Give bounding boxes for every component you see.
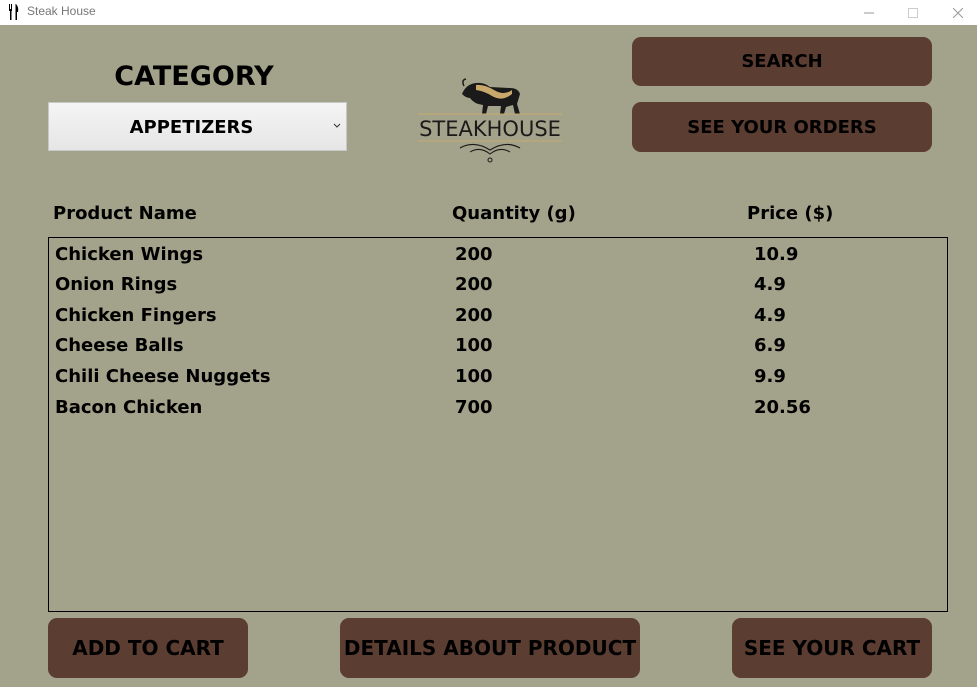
column-header-quantity: Quantity (g) xyxy=(452,203,576,224)
see-your-cart-button[interactable]: SEE YOUR CART xyxy=(732,618,932,678)
see-your-orders-button[interactable]: SEE YOUR ORDERS xyxy=(632,102,932,152)
details-about-product-button[interactable]: DETAILS ABOUT PRODUCT xyxy=(340,618,640,678)
table-row[interactable]: Cheese Balls 100 6.9 xyxy=(49,335,947,365)
close-button[interactable] xyxy=(935,0,977,25)
product-name: Onion Rings xyxy=(55,274,178,295)
category-title: CATEGORY xyxy=(114,61,274,92)
product-quantity: 100 xyxy=(455,335,493,356)
close-icon xyxy=(952,7,963,18)
table-row[interactable]: Bacon Chicken 700 20.56 xyxy=(49,397,947,427)
product-name: Cheese Balls xyxy=(55,335,184,356)
maximize-icon xyxy=(907,7,918,18)
product-quantity: 200 xyxy=(455,274,493,295)
product-list[interactable]: Chicken Wings 200 10.9 Onion Rings 200 4… xyxy=(48,237,948,612)
bull-icon: STEAKHOUSE xyxy=(418,78,562,163)
product-name: Chicken Fingers xyxy=(55,305,217,326)
category-dropdown[interactable]: APPETIZERS xyxy=(48,102,347,151)
chevron-down-icon xyxy=(333,123,341,128)
fork-knife-icon xyxy=(9,4,19,20)
product-name: Chili Cheese Nuggets xyxy=(55,366,271,387)
minimize-button[interactable] xyxy=(846,0,891,25)
table-row[interactable]: Chicken Wings 200 10.9 xyxy=(49,244,947,274)
table-row[interactable]: Chicken Fingers 200 4.9 xyxy=(49,305,947,335)
product-quantity: 200 xyxy=(455,305,493,326)
product-quantity: 700 xyxy=(455,397,493,418)
product-price: 20.56 xyxy=(754,397,811,418)
logo-text: STEAKHOUSE xyxy=(419,117,561,141)
product-name: Chicken Wings xyxy=(55,244,204,265)
product-quantity: 200 xyxy=(455,244,493,265)
product-price: 4.9 xyxy=(754,274,786,295)
table-row[interactable]: Chili Cheese Nuggets 100 9.9 xyxy=(49,366,947,396)
table-row[interactable]: Onion Rings 200 4.9 xyxy=(49,274,947,304)
search-button[interactable]: SEARCH xyxy=(632,37,932,86)
product-price: 9.9 xyxy=(754,366,786,387)
product-quantity: 100 xyxy=(455,366,493,387)
column-header-price: Price ($) xyxy=(747,203,834,224)
product-name: Bacon Chicken xyxy=(55,397,203,418)
steakhouse-logo: STEAKHOUSE xyxy=(414,74,566,168)
product-price: 4.9 xyxy=(754,305,786,326)
window-title: Steak House xyxy=(27,4,96,18)
title-bar: Steak House xyxy=(0,0,977,25)
product-price: 6.9 xyxy=(754,335,786,356)
minimize-icon xyxy=(863,12,874,13)
maximize-button[interactable] xyxy=(890,0,935,25)
category-selected-value: APPETIZERS xyxy=(129,117,254,138)
product-price: 10.9 xyxy=(754,244,799,265)
add-to-cart-button[interactable]: ADD TO CART xyxy=(48,618,248,678)
column-header-product-name: Product Name xyxy=(53,203,197,224)
